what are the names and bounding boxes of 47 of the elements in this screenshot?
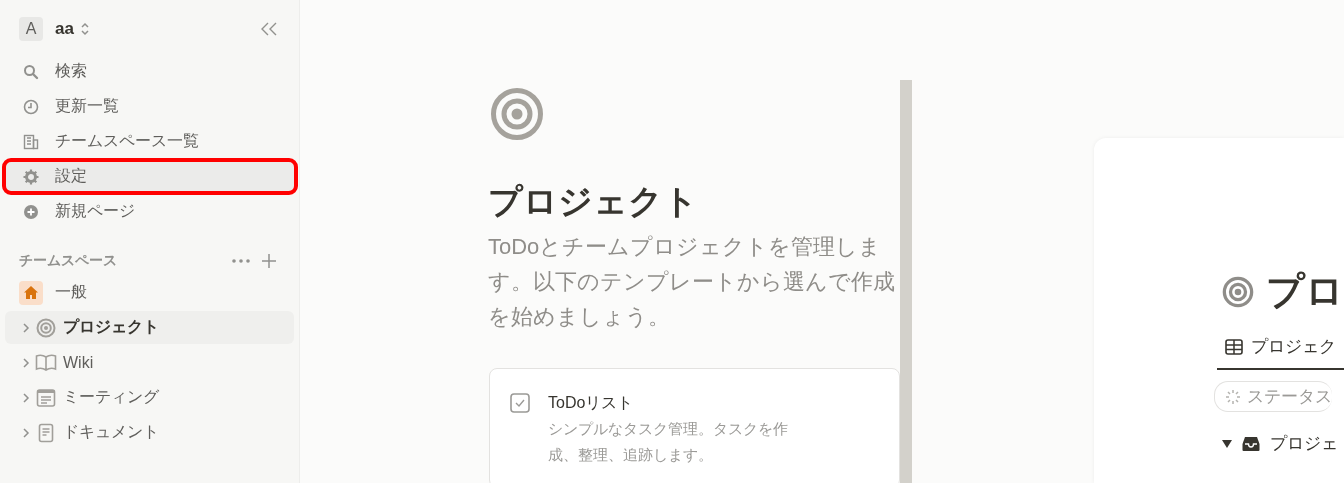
- chevron-icon[interactable]: [22, 426, 30, 439]
- calendar-icon: [36, 387, 56, 408]
- teamspace-item[interactable]: プロジェクト: [5, 311, 294, 344]
- nav-item[interactable]: 新規ページ: [5, 196, 294, 227]
- workspace-name[interactable]: aa: [55, 19, 74, 39]
- checkbox-icon: [510, 393, 530, 413]
- scrollbar[interactable]: [900, 80, 912, 483]
- template-card[interactable]: ToDoリスト シンプルなタスク管理。タスクを作成、整理、追跡します。: [489, 368, 900, 483]
- inbox-icon: [1242, 435, 1260, 452]
- page-title: プロジェクト: [488, 181, 699, 222]
- clock-icon: [23, 98, 39, 115]
- target-icon: [490, 87, 544, 141]
- teamspace-item[interactable]: ミーティング: [5, 381, 294, 414]
- chevron-icon[interactable]: [22, 391, 30, 404]
- target-icon: [1222, 274, 1254, 309]
- collapse-icon[interactable]: [260, 22, 278, 36]
- triangle-icon[interactable]: [1222, 439, 1232, 448]
- teamspace-item[interactable]: Wiki: [5, 346, 294, 379]
- document-icon: [38, 422, 54, 443]
- teamspace-item[interactable]: ドキュメント: [5, 416, 294, 449]
- more-icon[interactable]: [232, 259, 250, 263]
- spinner-icon: [1225, 388, 1241, 405]
- chevron-icon[interactable]: [22, 321, 30, 334]
- section-label: チームスペース: [19, 252, 117, 270]
- view-tab[interactable]: プロジェク: [1217, 335, 1344, 370]
- plus-circle-icon: [23, 203, 39, 220]
- template-description: シンプルなタスク管理。タスクを作成、整理、追跡します。: [548, 419, 789, 465]
- nav-item[interactable]: 検索: [5, 56, 294, 87]
- preview-title: プロ: [1266, 269, 1344, 314]
- home-icon: [19, 280, 43, 305]
- group-label: プロジェ: [1270, 433, 1338, 455]
- building-icon: [23, 133, 39, 150]
- nav-item[interactable]: チームスペース一覧: [5, 126, 294, 157]
- page-description: ToDoとチームプロジェクトを管理します。以下のテンプレートから選んで作成を始めましょう。: [488, 233, 896, 331]
- updown-icon[interactable]: [79, 22, 90, 36]
- add-icon[interactable]: [262, 254, 276, 268]
- target-icon: [36, 317, 56, 338]
- template-title: ToDoリスト: [548, 393, 635, 413]
- nav-item[interactable]: 更新一覧: [5, 91, 294, 122]
- book-icon: [35, 353, 57, 372]
- gear-icon: [23, 168, 39, 185]
- teamspace-item[interactable]: 一般: [5, 276, 294, 309]
- nav-item[interactable]: 設定: [5, 161, 295, 192]
- table-icon: [1225, 338, 1243, 355]
- chevron-icon[interactable]: [22, 356, 30, 369]
- search-icon: [23, 63, 39, 80]
- workspace-avatar: A: [19, 17, 43, 41]
